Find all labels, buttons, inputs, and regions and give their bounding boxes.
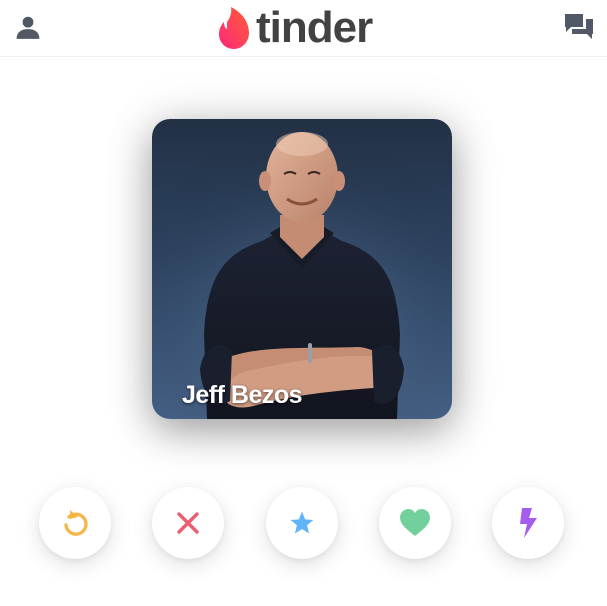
profile-photo <box>152 119 452 419</box>
top-nav-bar: tinder <box>0 0 607 57</box>
profile-button[interactable] <box>8 10 48 44</box>
messages-icon <box>565 14 593 39</box>
action-bar <box>0 485 607 565</box>
close-icon <box>177 512 199 534</box>
profile-name: Jeff Bezos <box>182 381 303 409</box>
nope-button[interactable] <box>152 487 224 559</box>
star-icon <box>290 511 314 534</box>
brand-wordmark: tinder <box>256 3 373 52</box>
messages-button[interactable] <box>559 10 599 44</box>
boost-button[interactable] <box>492 487 564 559</box>
like-button[interactable] <box>379 487 451 559</box>
heart-icon <box>400 509 430 536</box>
rewind-icon <box>64 510 88 536</box>
flame-icon <box>219 7 249 49</box>
super-like-button[interactable] <box>266 487 338 559</box>
rewind-button[interactable] <box>39 487 111 559</box>
profile-card[interactable]: Jeff Bezos <box>152 119 452 419</box>
tinder-logo[interactable]: tinder <box>216 2 373 54</box>
lightning-icon <box>520 508 537 538</box>
profile-icon <box>16 16 40 39</box>
